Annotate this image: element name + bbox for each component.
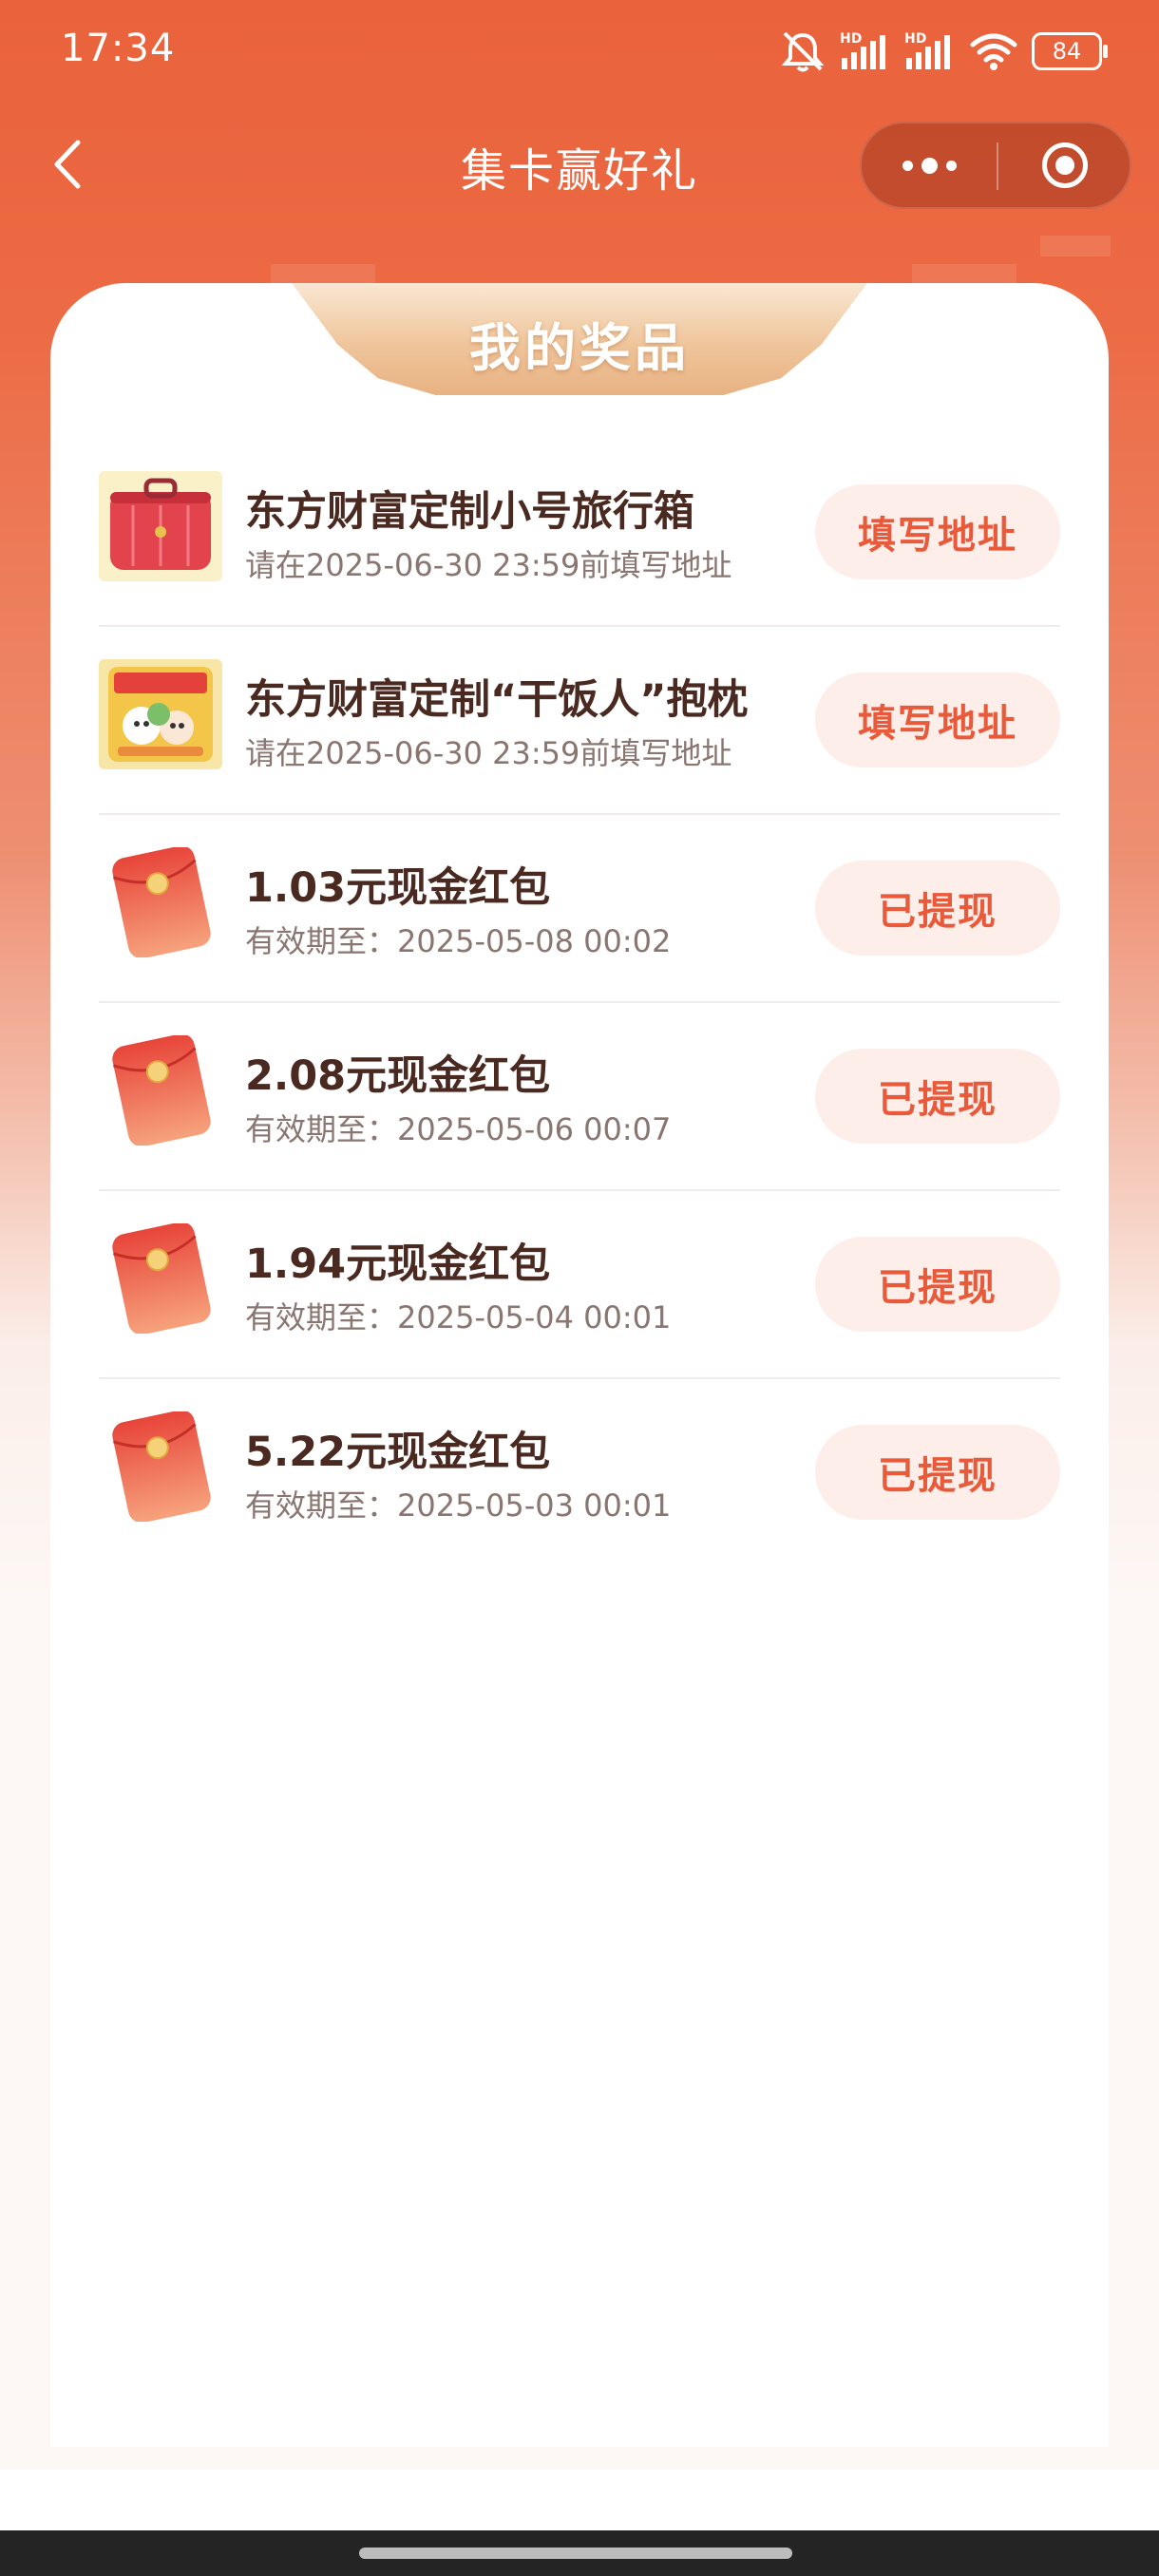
prize-row: 2.08元现金红包 有效期至：2025-05-06 00:07 已提现 xyxy=(99,1003,1060,1191)
prize-subtitle: 有效期至：2025-05-06 00:07 xyxy=(245,1111,672,1147)
prize-row: 1.94元现金红包 有效期至：2025-05-04 00:01 已提现 xyxy=(99,1191,1060,1379)
prize-name: 东方财富定制小号旅行箱 xyxy=(245,488,694,536)
navigation-bar: 集卡赢好礼 xyxy=(0,114,1159,218)
prize-row: 1.03元现金红包 有效期至：2025-05-08 00:02 已提现 xyxy=(99,815,1060,1003)
dot-icon xyxy=(945,160,957,171)
wifi-icon xyxy=(970,33,1017,70)
background-decoration xyxy=(912,264,1016,283)
prize-name: 2.08元现金红包 xyxy=(245,1052,551,1100)
dot-icon xyxy=(921,157,938,174)
withdrawn-button[interactable]: 已提现 xyxy=(815,1425,1060,1520)
background-decoration xyxy=(1040,236,1111,256)
prize-name: 1.94元现金红包 xyxy=(245,1241,551,1288)
prize-row: 东方财富定制“干饭人”抱枕 请在2025-06-30 23:59前填写地址 填写… xyxy=(99,627,1060,815)
red-packet-icon xyxy=(112,1223,211,1334)
prize-list: 东方财富定制小号旅行箱 请在2025-06-30 23:59前填写地址 填写地址… xyxy=(99,439,1060,1565)
capsule-divider xyxy=(997,142,998,190)
fill-address-button[interactable]: 填写地址 xyxy=(815,672,1060,767)
prize-name: 东方财富定制“干饭人”抱枕 xyxy=(245,676,749,724)
more-options-button[interactable] xyxy=(862,123,997,207)
red-packet-icon xyxy=(112,1411,211,1522)
signal-2-icon: HD xyxy=(904,31,950,69)
withdrawn-button[interactable]: 已提现 xyxy=(815,1237,1060,1332)
fill-address-button[interactable]: 填写地址 xyxy=(815,484,1060,579)
network-label-2: HD xyxy=(904,31,926,47)
red-packet-icon xyxy=(112,847,211,957)
prize-subtitle: 请在2025-06-30 23:59前填写地址 xyxy=(245,547,732,583)
dot-icon xyxy=(902,160,913,171)
withdrawn-button[interactable]: 已提现 xyxy=(815,861,1060,956)
prize-row: 东方财富定制小号旅行箱 请在2025-06-30 23:59前填写地址 填写地址 xyxy=(99,439,1060,627)
section-title: 我的奖品 xyxy=(469,318,690,378)
suitcase-icon xyxy=(99,471,222,581)
withdrawn-button[interactable]: 已提现 xyxy=(815,1049,1060,1144)
signal-1-icon: HD xyxy=(840,31,885,69)
prize-subtitle: 有效期至：2025-05-08 00:02 xyxy=(245,923,672,959)
pillow-icon xyxy=(99,659,222,769)
status-icons: HD HD 84 xyxy=(779,25,1108,78)
battery-icon: 84 xyxy=(1032,32,1108,70)
prize-name: 5.22元现金红包 xyxy=(245,1429,551,1476)
home-indicator[interactable] xyxy=(359,2548,792,2559)
prize-row: 5.22元现金红包 有效期至：2025-05-03 00:01 已提现 xyxy=(99,1379,1060,1565)
network-label-1: HD xyxy=(840,31,862,47)
system-navigation-bar xyxy=(0,2530,1159,2576)
red-packet-icon xyxy=(112,1035,211,1146)
status-time: 17:34 xyxy=(61,27,176,70)
prize-subtitle: 请在2025-06-30 23:59前填写地址 xyxy=(245,735,732,771)
background-decoration xyxy=(271,264,375,283)
status-bar: 17:34 HD HD 84 xyxy=(0,0,1159,99)
prize-subtitle: 有效期至：2025-05-04 00:01 xyxy=(245,1299,672,1335)
mute-bell-icon xyxy=(781,31,825,72)
mini-program-capsule xyxy=(860,122,1131,209)
prize-subtitle: 有效期至：2025-05-03 00:01 xyxy=(245,1487,672,1524)
close-target-icon[interactable] xyxy=(1042,142,1088,188)
prize-name: 1.03元现金红包 xyxy=(245,864,551,912)
